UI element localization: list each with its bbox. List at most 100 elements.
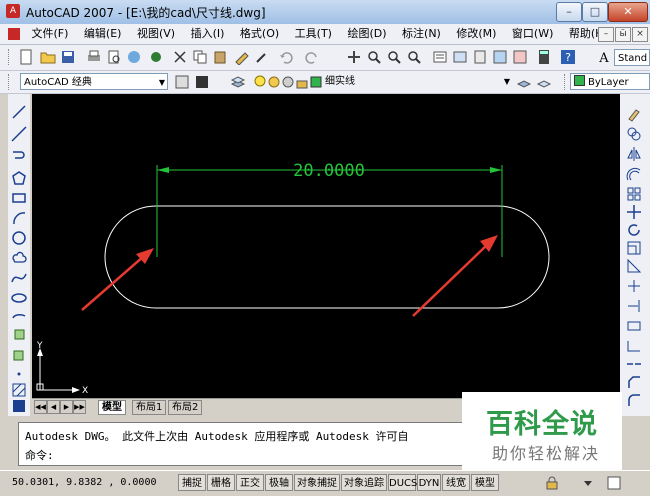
insert-block-icon[interactable] (11, 326, 27, 342)
menu-window[interactable]: 窗口(W) (506, 24, 559, 44)
gradient-icon[interactable] (11, 398, 27, 414)
plot-preview-icon[interactable] (106, 49, 122, 65)
publish-icon[interactable] (126, 49, 142, 65)
polygon-icon[interactable] (11, 170, 27, 186)
snap-button[interactable]: 捕捉 (178, 474, 206, 491)
tab-model[interactable]: 模型 (98, 400, 126, 415)
break-icon[interactable] (626, 338, 642, 354)
workspace-combo[interactable]: AutoCAD 经典 ▼ (20, 73, 168, 90)
undo-icon[interactable] (278, 49, 294, 65)
cut-icon[interactable] (172, 49, 188, 65)
scale-icon[interactable] (626, 240, 642, 256)
point-icon[interactable] (11, 366, 27, 382)
text-style-icon[interactable]: A (596, 49, 612, 65)
workspace-settings-icon[interactable] (174, 74, 190, 90)
help-icon[interactable]: ? (560, 49, 576, 65)
zoom-realtime-icon[interactable] (366, 49, 382, 65)
copy-object-icon[interactable] (626, 126, 642, 142)
arc-icon[interactable] (11, 210, 27, 226)
command-prompt[interactable]: 命令: (25, 447, 54, 463)
menu-file[interactable]: 文件(F) (26, 24, 75, 44)
minimize-button[interactable]: – (556, 2, 582, 22)
print-icon[interactable] (86, 49, 102, 65)
layer-combo[interactable]: 细实线 ▼ (322, 73, 512, 90)
rotate-icon[interactable] (626, 222, 642, 238)
first-tab-button[interactable]: ◀◀ (34, 400, 47, 414)
properties-icon[interactable] (432, 49, 448, 65)
break-at-point-icon[interactable] (626, 318, 642, 334)
3d-dwf-icon[interactable] (148, 49, 164, 65)
lock-icon[interactable] (544, 475, 560, 491)
hatch-icon[interactable] (11, 382, 27, 398)
tray-settings-icon[interactable] (580, 475, 596, 491)
move-icon[interactable] (626, 204, 642, 220)
extend-icon[interactable] (626, 298, 642, 314)
toolbar-grip[interactable] (8, 49, 12, 65)
polar-button[interactable]: 极轴 (265, 474, 293, 491)
coordinate-readout[interactable]: 50.0301, 9.8382 , 0.0000 (12, 477, 157, 488)
clean-screen-icon[interactable] (606, 475, 622, 491)
copy-icon[interactable] (192, 49, 208, 65)
block-editor-icon[interactable] (254, 49, 270, 65)
document-icon[interactable] (8, 28, 20, 40)
otrack-button[interactable]: 对象追踪 (341, 474, 387, 491)
model-button[interactable]: 模型 (471, 474, 499, 491)
design-center-icon[interactable] (452, 49, 468, 65)
my-workspace-icon[interactable] (194, 74, 210, 90)
doc-minimize-button[interactable]: – (598, 27, 614, 42)
tab-layout2[interactable]: 布局2 (168, 400, 203, 415)
calculator-icon[interactable] (536, 49, 552, 65)
polyline-icon[interactable] (11, 148, 27, 164)
rectangle-icon[interactable] (11, 190, 27, 206)
fillet-icon[interactable] (626, 392, 642, 408)
menu-edit[interactable]: 编辑(E) (78, 24, 128, 44)
circle-icon[interactable] (11, 230, 27, 246)
trim-icon[interactable] (626, 278, 642, 294)
tool-palettes-icon[interactable] (472, 49, 488, 65)
paste-icon[interactable] (212, 49, 228, 65)
construction-line-icon[interactable] (11, 126, 27, 142)
layer-previous-icon[interactable] (536, 74, 552, 90)
autocad-app-icon[interactable]: A (6, 4, 20, 18)
chamfer-icon[interactable] (626, 374, 642, 390)
ellipse-arc-icon[interactable] (11, 308, 27, 324)
open-file-icon[interactable] (40, 49, 56, 65)
doc-close-button[interactable]: × (632, 27, 648, 42)
make-block-icon[interactable] (11, 346, 27, 362)
layer-manager-icon[interactable] (230, 74, 246, 90)
markup-set-icon[interactable] (512, 49, 528, 65)
grid-button[interactable]: 栅格 (207, 474, 235, 491)
stretch-icon[interactable] (626, 258, 642, 274)
maximize-button[interactable]: □ (582, 2, 608, 22)
redo-icon[interactable] (304, 49, 320, 65)
color-combo[interactable]: ByLayer (570, 73, 650, 90)
zoom-window-icon[interactable] (386, 49, 402, 65)
line-icon[interactable] (11, 104, 27, 120)
dyn-button[interactable]: DYN (417, 474, 441, 491)
new-file-icon[interactable] (18, 49, 34, 65)
close-button[interactable]: ✕ (608, 2, 648, 22)
toolbar-grip[interactable] (564, 74, 568, 90)
erase-icon[interactable] (626, 106, 642, 122)
doc-restore-button[interactable]: ӹ (615, 27, 631, 42)
next-tab-button[interactable]: ▶ (60, 400, 73, 414)
menu-dimension[interactable]: 标注(N) (396, 24, 447, 44)
join-icon[interactable] (626, 356, 642, 372)
toolbar-grip[interactable] (8, 74, 12, 90)
pan-realtime-icon[interactable] (346, 49, 362, 65)
menu-draw[interactable]: 绘图(D) (341, 24, 392, 44)
array-icon[interactable] (626, 186, 642, 202)
drawing-canvas[interactable]: 20.0000 Y X (32, 94, 620, 398)
revision-cloud-icon[interactable] (11, 250, 27, 266)
zoom-previous-icon[interactable] (406, 49, 422, 65)
prev-tab-button[interactable]: ◀ (47, 400, 60, 414)
last-tab-button[interactable]: ▶▶ (73, 400, 86, 414)
menu-tools[interactable]: 工具(T) (289, 24, 338, 44)
match-properties-icon[interactable] (234, 49, 250, 65)
sheet-set-icon[interactable] (492, 49, 508, 65)
menu-format[interactable]: 格式(O) (234, 24, 285, 44)
ellipse-icon[interactable] (11, 290, 27, 306)
save-icon[interactable] (60, 49, 76, 65)
ortho-button[interactable]: 正交 (236, 474, 264, 491)
osnap-button[interactable]: 对象捕捉 (294, 474, 340, 491)
